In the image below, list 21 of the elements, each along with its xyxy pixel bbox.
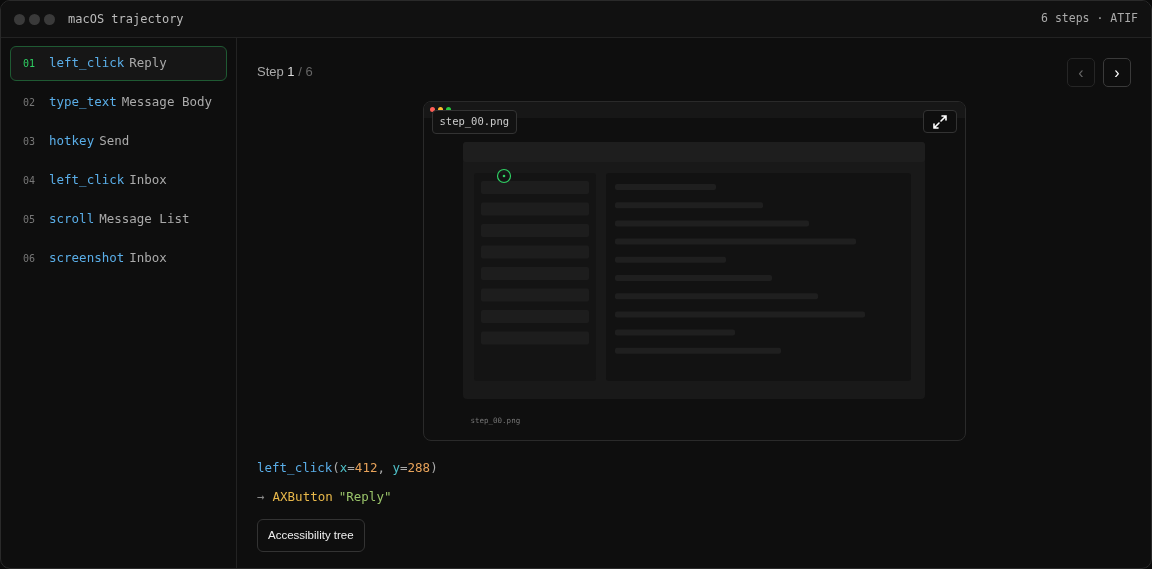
window-title: macOS trajectory	[68, 11, 184, 28]
expand-icon	[931, 113, 948, 130]
filename-label: step_00.png	[431, 110, 518, 134]
window-control-icon[interactable]	[44, 13, 55, 25]
expand-button[interactable]	[922, 110, 957, 133]
action-result: → AXButton "Reply"	[257, 487, 393, 506]
window-control-icon[interactable]	[29, 13, 40, 25]
step-item[interactable]: 06 screenshot Inbox	[10, 241, 227, 276]
action-call: left_click(x=412, y=288)	[257, 459, 439, 477]
window-control-icon[interactable]	[14, 13, 25, 25]
step-item[interactable]: 04 left_click Inbox	[10, 163, 227, 198]
next-button[interactable]: ›	[1103, 58, 1131, 87]
step-item[interactable]: 03 hotkey Send	[10, 124, 227, 159]
accessibility-tree-button[interactable]: Accessibility tree	[257, 518, 365, 552]
step-item[interactable]: 01 left_click Reply	[10, 46, 227, 81]
window-control-icon	[429, 107, 435, 112]
step-item[interactable]: 05 scroll Message List	[10, 202, 227, 237]
step-counter: Step 1 / 6	[257, 63, 313, 81]
step-item[interactable]: 02 type_text Message Body	[10, 85, 227, 120]
click-target-icon	[496, 168, 512, 184]
trajectory-summary: 6 steps · ATIF	[1041, 10, 1138, 28]
